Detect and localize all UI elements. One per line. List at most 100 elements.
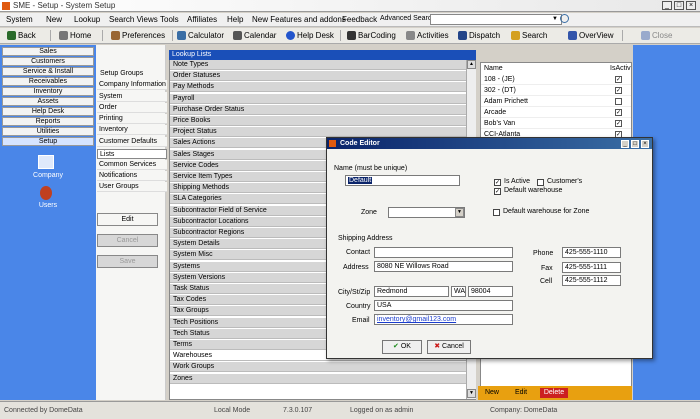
nav-assets[interactable]: Assets — [2, 97, 94, 106]
search-button[interactable]: Search — [510, 29, 547, 42]
menu-affiliates[interactable]: Affiliates — [187, 15, 217, 24]
nav-help-desk[interactable]: Help Desk — [2, 107, 94, 116]
group-system[interactable]: System — [97, 92, 167, 102]
grid-col-active[interactable]: IsActiv — [610, 65, 631, 72]
close-icon[interactable]: × — [686, 1, 696, 10]
grid-row[interactable]: 302 - (DT) ✓ — [481, 86, 631, 96]
search-input[interactable] — [430, 14, 562, 25]
nav-receivables[interactable]: Receivables — [2, 77, 94, 86]
nav-customers[interactable]: Customers — [2, 57, 94, 66]
activities-button[interactable]: Activities — [405, 29, 449, 42]
nav-sales[interactable]: Sales — [2, 47, 94, 56]
nav-utilities[interactable]: Utilities — [2, 127, 94, 136]
menu-new-features[interactable]: New Features and addons — [252, 15, 346, 24]
ok-button[interactable]: ✔ OK — [382, 340, 422, 354]
zip-input[interactable]: 98004 — [468, 286, 513, 297]
dialog-maximize-icon[interactable]: □ — [631, 140, 639, 148]
maximize-icon[interactable]: □ — [674, 1, 684, 10]
grid-row[interactable]: Adam Prichett — [481, 97, 631, 107]
grid-col-name[interactable]: Name — [484, 65, 503, 72]
grid-row[interactable]: Arcade ✓ — [481, 108, 631, 118]
is-active-checkbox[interactable]: ✓ — [494, 179, 501, 186]
preferences-button[interactable]: Preferences — [110, 29, 165, 42]
company-icon[interactable] — [38, 155, 54, 169]
dispatch-button[interactable]: Dispatch — [457, 29, 500, 42]
menu-search-views[interactable]: Search Views — [109, 15, 158, 24]
lookup-item[interactable]: Purchase Order Status — [170, 104, 466, 115]
scroll-down-icon[interactable]: ▼ — [467, 389, 476, 398]
is-active-checkbox[interactable]: ✓ — [615, 76, 622, 83]
lookup-item[interactable]: Price Books — [170, 116, 466, 126]
barcoding-button[interactable]: BarCoding — [346, 29, 396, 42]
lookup-item[interactable]: Pay Methods — [170, 82, 466, 93]
fax-input[interactable]: 425-555-1111 — [562, 262, 621, 273]
is-active-checkbox[interactable]: ✓ — [615, 109, 622, 116]
dialog-cancel-button[interactable]: ✖ Cancel — [427, 340, 471, 354]
overview-button[interactable]: OverView — [567, 29, 614, 42]
email-input[interactable]: inventory@gmail123.com — [374, 314, 513, 325]
default-zone-checkbox[interactable] — [493, 209, 500, 216]
advanced-search-label[interactable]: Advanced Search — [380, 15, 435, 22]
group-inventory[interactable]: Inventory — [97, 125, 167, 135]
nav-setup[interactable]: Setup — [2, 137, 94, 146]
grid-row[interactable]: Bob's Van ✓ — [481, 119, 631, 129]
customers-checkbox[interactable] — [537, 179, 544, 186]
save-button[interactable]: Save — [97, 255, 158, 268]
nav-users-label[interactable]: Users — [0, 202, 96, 209]
chevron-down-icon[interactable]: ▼ — [552, 16, 558, 22]
menu-lookup[interactable]: Lookup — [74, 15, 100, 24]
nav-company-label[interactable]: Company — [0, 172, 96, 179]
menu-feedback[interactable]: Feedback — [342, 15, 377, 24]
help-desk-button[interactable]: Help Desk — [285, 29, 334, 42]
lookup-item[interactable]: Work Groups — [170, 362, 466, 373]
nav-service-install[interactable]: Service & Install — [2, 67, 94, 76]
home-button[interactable]: Home — [58, 29, 91, 42]
nav-reports[interactable]: Reports — [2, 117, 94, 126]
address-input[interactable]: 8080 NE Willows Road — [374, 261, 513, 272]
menu-tools[interactable]: Tools — [160, 15, 179, 24]
users-icon[interactable] — [40, 186, 52, 200]
menu-new[interactable]: New — [46, 15, 62, 24]
edit-button[interactable]: Edit — [97, 213, 158, 226]
group-user-groups[interactable]: User Groups — [97, 182, 167, 192]
is-active-checkbox[interactable]: ✓ — [615, 120, 622, 127]
minimize-icon[interactable]: _ — [662, 1, 672, 10]
close-button[interactable]: Close — [640, 29, 672, 42]
country-input[interactable]: USA — [374, 300, 513, 311]
search-icon[interactable] — [560, 14, 569, 23]
contact-input[interactable] — [374, 247, 513, 258]
cancel-button[interactable]: Cancel — [97, 234, 158, 247]
back-button[interactable]: Back — [6, 29, 36, 42]
group-order[interactable]: Order — [97, 103, 167, 113]
phone-input[interactable]: 425-555-1110 — [562, 247, 621, 258]
lookup-item[interactable]: Payroll — [170, 93, 466, 104]
group-notifications[interactable]: Notifications — [97, 171, 167, 181]
state-input[interactable]: WA — [451, 286, 466, 297]
scroll-up-icon[interactable]: ▲ — [467, 60, 476, 69]
default-warehouse-checkbox[interactable]: ✓ — [494, 188, 501, 195]
group-lists[interactable]: Lists — [97, 149, 167, 159]
dialog-close-icon[interactable]: × — [641, 140, 649, 148]
lookup-item[interactable]: Project Status — [170, 127, 466, 138]
group-customer-defaults[interactable]: Customer Defaults — [97, 137, 167, 147]
is-active-checkbox[interactable]: ✓ — [615, 87, 622, 94]
dialog-minimize-icon[interactable]: _ — [621, 140, 629, 148]
grid-edit-button[interactable]: Edit — [511, 388, 531, 398]
city-input[interactable]: Redmond — [374, 286, 449, 297]
group-printing[interactable]: Printing — [97, 114, 167, 124]
name-input[interactable]: Default — [345, 175, 460, 186]
group-company-information[interactable]: Company Information — [97, 80, 167, 90]
menu-help[interactable]: Help — [227, 15, 243, 24]
grid-row[interactable]: 108 - (JE) ✓ — [481, 75, 631, 85]
delete-button[interactable]: Delete — [540, 388, 568, 398]
lookup-item[interactable]: Order Statuses — [170, 71, 466, 82]
lookup-item[interactable]: Zones — [170, 373, 466, 384]
zone-select[interactable] — [388, 207, 465, 218]
calendar-button[interactable]: Calendar — [232, 29, 276, 42]
is-active-checkbox[interactable] — [615, 98, 622, 105]
cell-input[interactable]: 425-555-1112 — [562, 275, 621, 286]
zone-chevron-down-icon[interactable]: ▼ — [455, 208, 464, 217]
group-common-services[interactable]: Common Services — [97, 160, 167, 170]
lookup-item[interactable]: Note Types — [170, 60, 466, 70]
new-button[interactable]: New — [482, 388, 502, 398]
